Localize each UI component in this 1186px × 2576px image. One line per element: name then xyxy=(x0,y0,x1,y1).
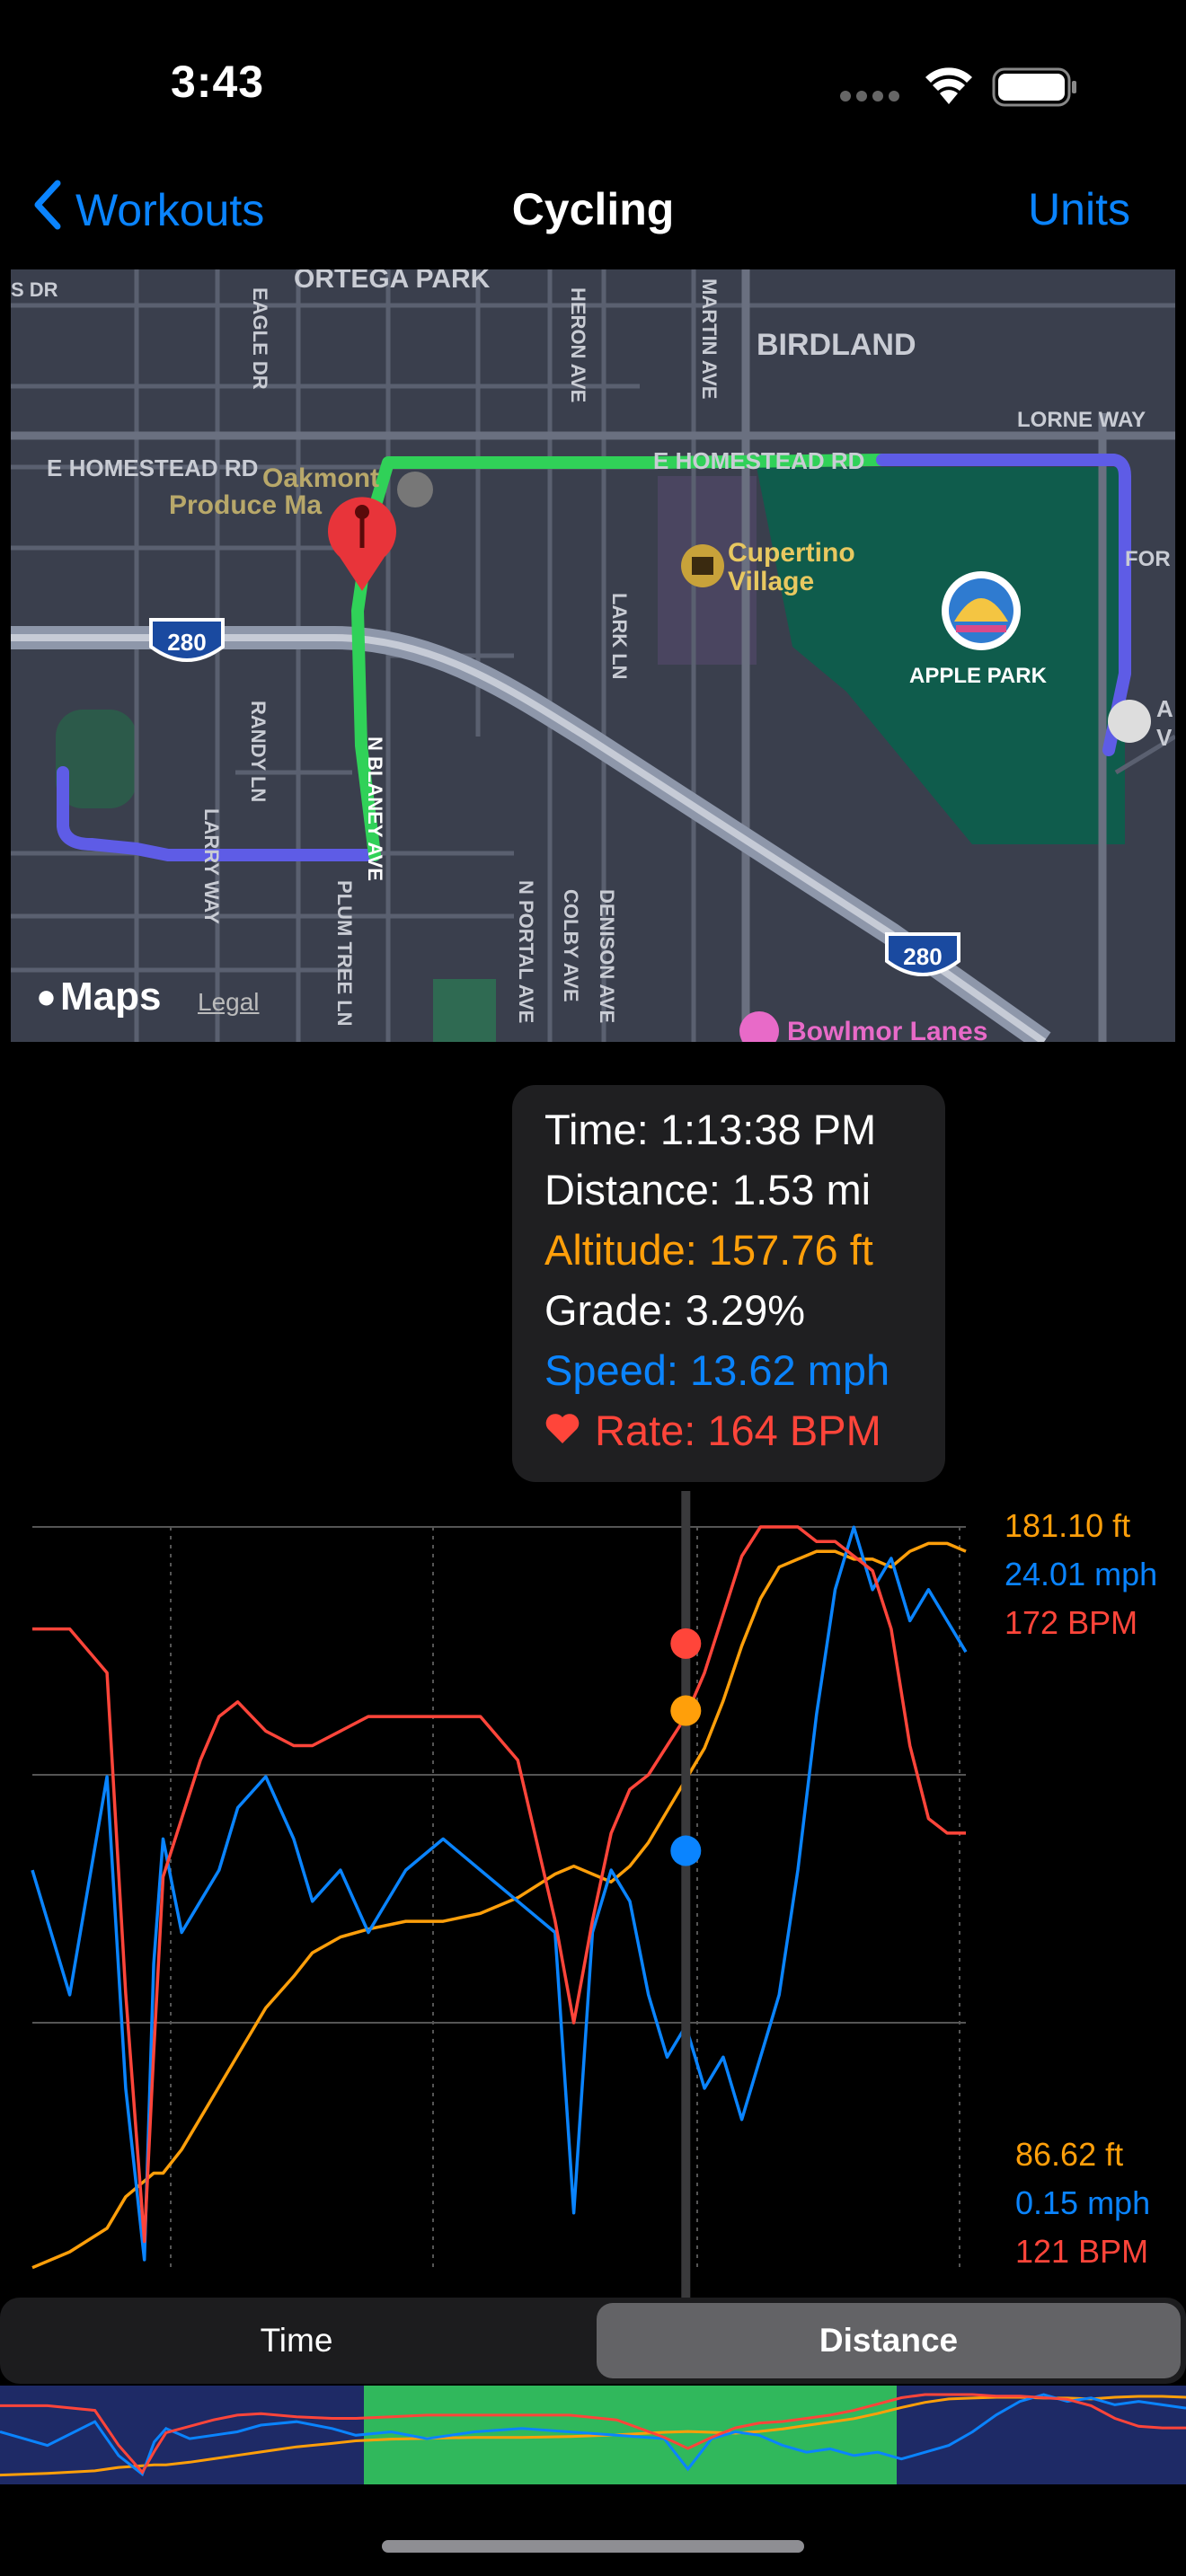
segment-time[interactable]: Time xyxy=(0,2298,593,2384)
axis-top-rate: 172 BPM xyxy=(1005,1604,1138,1641)
svg-text:Cupertino: Cupertino xyxy=(728,538,855,568)
svg-text:Produce Ma: Produce Ma xyxy=(169,490,322,520)
battery-icon xyxy=(992,66,1078,108)
tooltip-time: Time: 1:13:38 PM xyxy=(544,1106,877,1153)
heart-icon xyxy=(544,1406,580,1455)
tooltip-rate: Rate: 164 BPM xyxy=(595,1407,881,1454)
svg-text:COLBY AVE: COLBY AVE xyxy=(560,889,582,1002)
svg-text:S DR: S DR xyxy=(11,278,58,301)
svg-text:E HOMESTEAD RD: E HOMESTEAD RD xyxy=(47,454,258,481)
svg-text:LORNE WAY: LORNE WAY xyxy=(1017,408,1146,432)
svg-text:280: 280 xyxy=(167,629,206,656)
svg-text:V: V xyxy=(1156,724,1173,751)
svg-text:DENISON AVE: DENISON AVE xyxy=(596,889,618,1023)
route-map[interactable]: 280 280 ORTEGA PARK BIRDLAND LORNE WAY E… xyxy=(11,269,1175,1042)
svg-text:Oakmont: Oakmont xyxy=(262,463,379,493)
axis-bottom-speed: 0.15 mph xyxy=(1015,2184,1151,2221)
segment-distance[interactable]: Distance xyxy=(597,2298,1181,2384)
svg-text:N PORTAL AVE: N PORTAL AVE xyxy=(515,880,537,1023)
series-line-speed xyxy=(31,1525,968,2262)
tooltip-speed: Speed: 13.62 mph xyxy=(544,1346,890,1394)
selection-point-heart-rate xyxy=(670,1628,702,1659)
svg-text:MARTIN AVE: MARTIN AVE xyxy=(698,278,721,399)
tooltip-distance: Distance: 1.53 mi xyxy=(544,1166,872,1213)
overview-range-selector[interactable] xyxy=(0,2386,1186,2484)
tooltip-rate-row: Rate: 164 BPM xyxy=(544,1406,881,1455)
apple-logo-icon: ● xyxy=(36,977,57,1016)
selection-point-altitude xyxy=(670,1695,702,1726)
svg-text:LARRY WAY: LARRY WAY xyxy=(200,808,223,924)
svg-text:BIRDLAND: BIRDLAND xyxy=(757,328,916,362)
svg-text:N BLANEY AVE: N BLANEY AVE xyxy=(364,737,386,881)
svg-text:PLUM TREE LN: PLUM TREE LN xyxy=(333,880,356,1027)
svg-text:E HOMESTEAD RD: E HOMESTEAD RD xyxy=(653,447,864,474)
tooltip-altitude: Altitude: 157.76 ft xyxy=(544,1226,873,1274)
data-tooltip: Time: 1:13:38 PM Distance: 1.53 mi Altit… xyxy=(512,1085,945,1482)
legal-link[interactable]: Legal xyxy=(198,988,260,1017)
svg-text:HERON AVE: HERON AVE xyxy=(567,287,589,402)
tooltip-grade: Grade: 3.29% xyxy=(544,1286,806,1334)
svg-text:ORTEGA PARK: ORTEGA PARK xyxy=(294,269,491,294)
xaxis-segmented-control[interactable]: Time Distance xyxy=(0,2298,1186,2384)
selection-point-speed xyxy=(670,1835,702,1866)
svg-text:EAGLE DR: EAGLE DR xyxy=(249,287,271,390)
svg-text:APPLE PARK: APPLE PARK xyxy=(909,664,1048,688)
maps-brand: Maps xyxy=(59,975,162,1019)
units-button[interactable]: Units xyxy=(1028,183,1130,235)
signal-icon xyxy=(839,90,902,102)
wifi-icon xyxy=(924,65,974,106)
workout-chart[interactable]: 181.10 ft 24.01 mph 172 BPM 86.62 ft 0.1… xyxy=(0,1473,1186,2299)
svg-text:A: A xyxy=(1156,695,1173,722)
svg-text:LARK LN: LARK LN xyxy=(608,593,631,680)
axis-top-altitude: 181.10 ft xyxy=(1005,1507,1131,1544)
apple-maps-logo: ● Maps xyxy=(36,975,161,1019)
page-title: Cycling xyxy=(511,184,675,234)
svg-text:280: 280 xyxy=(903,943,942,970)
svg-text:Village: Village xyxy=(728,567,814,596)
home-indicator[interactable] xyxy=(382,2540,804,2553)
status-time: 3:43 xyxy=(171,57,265,107)
svg-text:RANDY LN: RANDY LN xyxy=(247,701,270,802)
axis-bottom-rate: 121 BPM xyxy=(1015,2233,1149,2270)
svg-text:Bowlmor Lanes: Bowlmor Lanes xyxy=(787,1017,987,1042)
svg-text:FOR: FOR xyxy=(1125,547,1171,571)
axis-top-speed: 24.01 mph xyxy=(1005,1556,1158,1592)
map-pin-icon[interactable] xyxy=(322,494,403,593)
axis-bottom-altitude: 86.62 ft xyxy=(1015,2136,1124,2173)
